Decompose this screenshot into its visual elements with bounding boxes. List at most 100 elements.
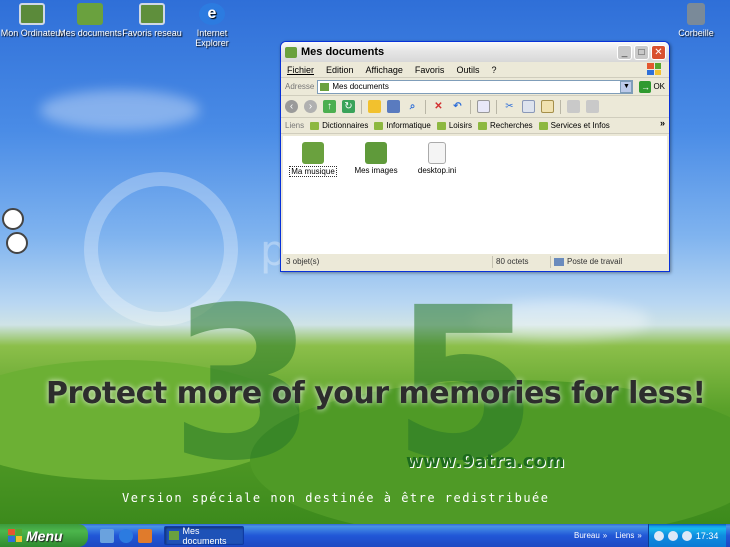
folder-icon <box>169 531 179 540</box>
clock[interactable]: 17:34 <box>696 531 719 541</box>
desktop-icon-my-documents[interactable]: Mes documents <box>58 3 122 38</box>
bureau-label: Bureau <box>574 531 600 540</box>
link-dictionnaires[interactable]: Dictionnaires <box>310 121 368 130</box>
file-name: desktop.ini <box>417 166 457 175</box>
file-item-ma-musique[interactable]: Ma musique <box>283 142 343 177</box>
folder-icon <box>320 82 330 91</box>
explorer-window[interactable]: Mes documents _ □ ✕ Fichier Edition Affi… <box>280 41 670 272</box>
tray-volume-icon[interactable] <box>667 530 678 541</box>
status-size: 80 octets <box>493 256 551 268</box>
link-label: Loisirs <box>448 121 472 130</box>
file-item-mes-images[interactable]: Mes images <box>346 142 406 175</box>
address-label: Adresse <box>285 82 315 91</box>
menu-edition[interactable]: Edition <box>326 65 354 75</box>
toolbar-separator <box>496 99 497 114</box>
status-location: Poste de travail <box>567 257 623 266</box>
links-label: Liens <box>285 121 305 130</box>
undo-icon[interactable]: ↶ <box>451 100 464 113</box>
task-label: Mes documents <box>182 525 227 546</box>
folder-icon <box>285 46 297 58</box>
link-label: Informatique <box>386 121 431 130</box>
link-folder-icon <box>477 121 487 130</box>
chevron-down-icon[interactable]: ▼ <box>620 80 633 93</box>
taskbar: Menu Mes documents Bureau » Liens » 17:3… <box>0 524 730 547</box>
toolbar-separator <box>361 99 362 114</box>
link-folder-icon <box>436 121 446 130</box>
close-button[interactable]: ✕ <box>651 44 666 60</box>
menu-help[interactable]: ? <box>491 65 496 75</box>
menu-favoris[interactable]: Favoris <box>415 65 445 75</box>
ie-icon[interactable] <box>119 528 133 543</box>
liens-toolbar[interactable]: Liens » <box>615 531 642 540</box>
link-services-et-infos[interactable]: Services et Infos <box>538 121 610 130</box>
desktop-icon-my-computer[interactable]: Mon Ordinateur <box>0 3 64 38</box>
ie-icon: e <box>199 3 225 25</box>
copy-to-icon[interactable] <box>586 100 599 113</box>
file-item-desktop-ini[interactable]: desktop.ini <box>407 142 467 175</box>
bureau-more-icon[interactable]: » <box>603 531 607 540</box>
show-desktop-icon[interactable] <box>100 528 114 543</box>
desktop-icon-label: Favoris reseau <box>122 28 182 38</box>
address-value: Mes documents <box>332 82 389 91</box>
paste-icon[interactable] <box>541 100 554 113</box>
network-icon <box>139 3 165 25</box>
version-text: Version spéciale non destinée à être red… <box>122 491 550 505</box>
menu-fichier[interactable]: Fichier <box>287 65 314 75</box>
properties-icon[interactable] <box>477 100 490 113</box>
links-more-icon[interactable]: » <box>660 118 665 128</box>
maximize-button[interactable]: □ <box>634 44 649 60</box>
desktop-icon-recycle-bin[interactable]: Corbeille <box>664 3 728 38</box>
desktop-icon-label: Internet Explorer <box>195 28 229 48</box>
start-label: Menu <box>26 527 63 544</box>
go-button[interactable]: → OK <box>639 80 665 93</box>
documents-folder-icon <box>77 3 103 25</box>
toolbar-separator <box>470 99 471 114</box>
tray-security-icon[interactable] <box>681 530 692 541</box>
minimize-button[interactable]: _ <box>617 44 632 60</box>
views-icon[interactable] <box>387 100 400 113</box>
menu-outils[interactable]: Outils <box>456 65 479 75</box>
title-bar[interactable]: Mes documents _ □ ✕ <box>281 42 669 62</box>
windows-logo-icon <box>647 63 663 77</box>
link-folder-icon <box>538 121 548 130</box>
status-bar: 3 objet(s) 80 octets Poste de travail <box>283 255 667 269</box>
up-folder-icon[interactable]: ↑ <box>323 100 336 113</box>
delete-icon[interactable]: ✕ <box>432 100 445 113</box>
file-name: Ma musique <box>289 166 337 177</box>
back-icon[interactable]: ‹ <box>285 100 298 113</box>
move-to-icon[interactable] <box>567 100 580 113</box>
link-informatique[interactable]: Informatique <box>374 121 431 130</box>
cloud <box>40 90 200 130</box>
address-bar: Adresse Mes documents ▼ → OK <box>281 78 669 96</box>
tray-network-icon[interactable] <box>653 530 664 541</box>
computer-icon <box>19 3 45 25</box>
cut-icon[interactable]: ✂ <box>503 100 516 113</box>
folders-icon[interactable] <box>368 100 381 113</box>
liens-more-icon[interactable]: » <box>637 531 641 540</box>
forward-icon[interactable]: › <box>304 100 317 113</box>
desktop-icon-network[interactable]: Favoris reseau <box>120 3 184 38</box>
taskbar-button-mes-documents[interactable]: Mes documents <box>164 525 244 546</box>
status-location-cell: Poste de travail <box>551 256 667 268</box>
standard-toolbar: ‹ › ↑ ↻ ⌕ ✕ ↶ ✂ <box>281 96 669 118</box>
windows-flag-icon <box>8 529 22 542</box>
link-loisirs[interactable]: Loisirs <box>436 121 472 130</box>
system-tray: 17:34 <box>647 524 726 547</box>
cartoon-eye-icon <box>6 232 28 254</box>
link-recherches[interactable]: Recherches <box>477 121 533 130</box>
liens-label: Liens <box>615 531 635 540</box>
start-button[interactable]: Menu <box>0 524 88 547</box>
menu-affichage[interactable]: Affichage <box>366 65 403 75</box>
copy-icon[interactable] <box>522 100 535 113</box>
address-input[interactable]: Mes documents ▼ <box>317 79 634 94</box>
media-player-icon[interactable] <box>138 528 152 543</box>
pictures-folder-icon <box>365 142 387 164</box>
search-icon[interactable]: ⌕ <box>406 100 419 113</box>
file-view[interactable]: Ma musique Mes images desktop.ini <box>283 136 667 254</box>
desktop-icon-label: Mon Ordinateur <box>0 28 64 38</box>
refresh-icon[interactable]: ↻ <box>342 100 355 113</box>
recycle-bin-icon <box>687 3 705 25</box>
bureau-toolbar[interactable]: Bureau » <box>574 531 607 540</box>
menu-bar: Fichier Edition Affichage Favoris Outils… <box>281 62 669 78</box>
desktop-icon-internet-explorer[interactable]: e Internet Explorer <box>180 3 244 48</box>
